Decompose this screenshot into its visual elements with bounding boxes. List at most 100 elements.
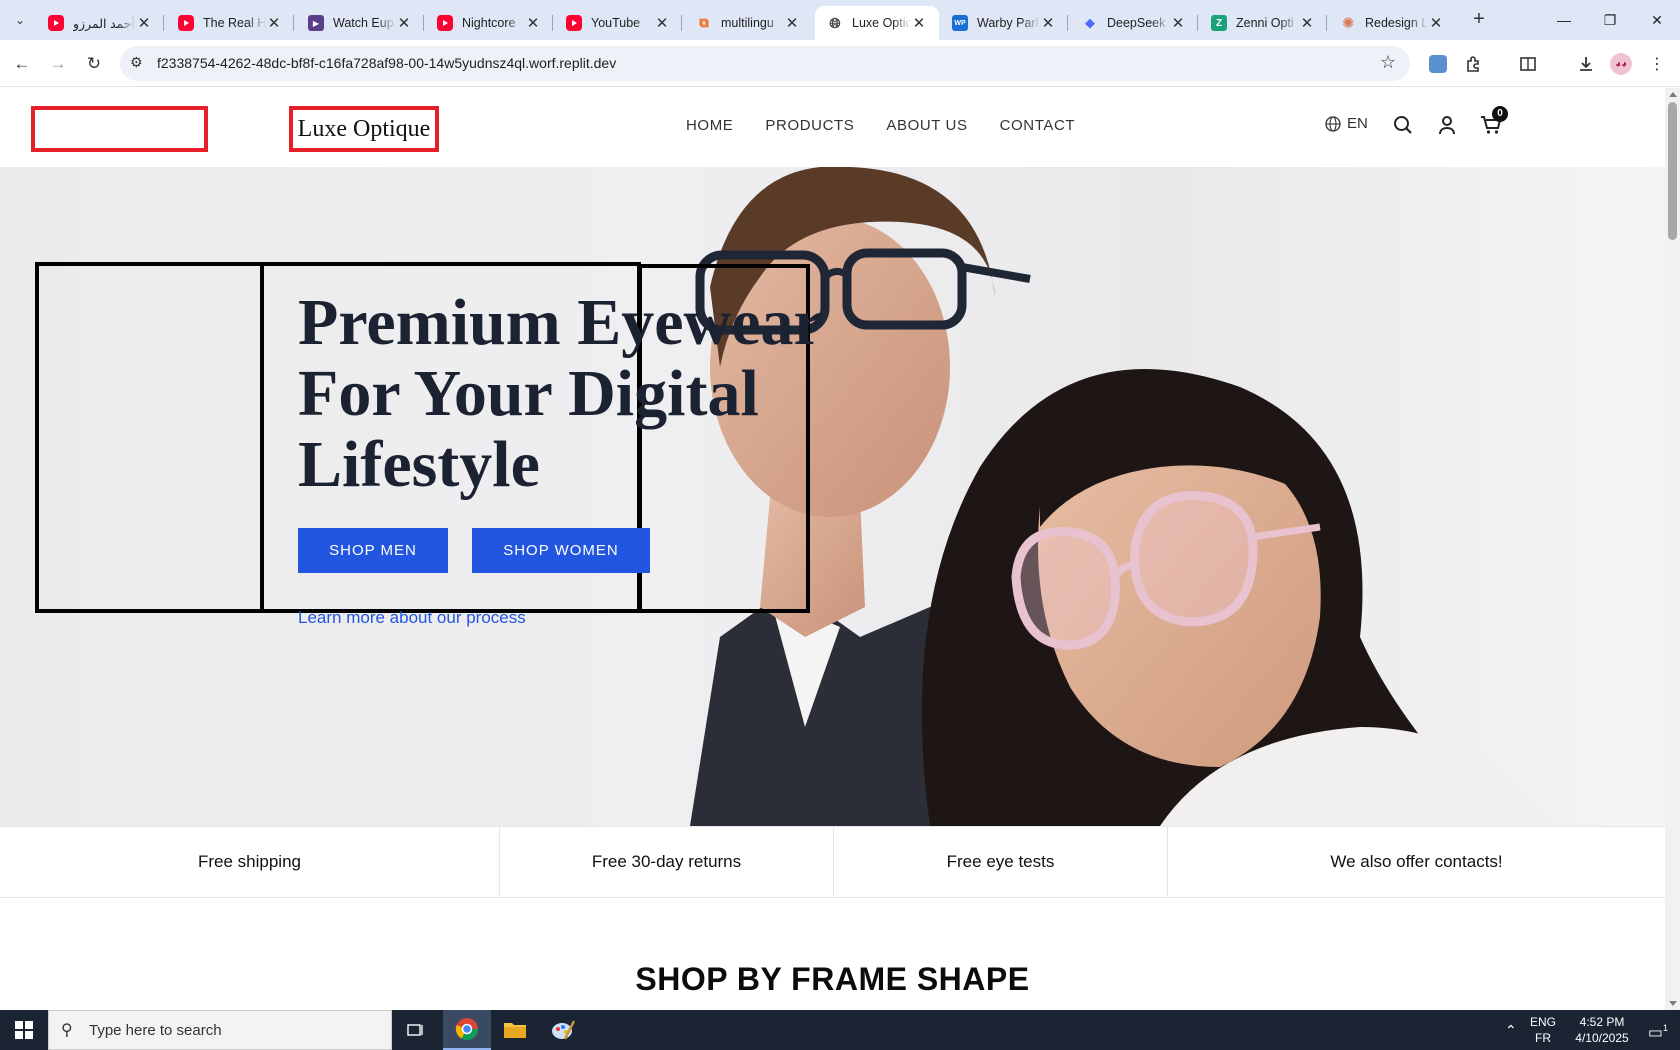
extension-icon[interactable] bbox=[1425, 51, 1451, 77]
tab-title: Watch Eup bbox=[333, 16, 394, 30]
windows-taskbar: ⚲ Type here to search ⌃ ENG FR 4:52 PM 4… bbox=[0, 1010, 1680, 1050]
browser-tab[interactable]: ⧉ multilingu ✕ bbox=[684, 6, 812, 40]
extensions-puzzle-icon[interactable] bbox=[1461, 51, 1487, 77]
close-tab-icon[interactable]: ✕ bbox=[1040, 14, 1056, 32]
download-icon[interactable] bbox=[1573, 51, 1599, 77]
input-language-indicator[interactable]: ENG FR bbox=[1526, 1014, 1560, 1046]
shop-men-button[interactable]: SHOP MEN bbox=[298, 528, 448, 573]
shop-women-button[interactable]: SHOP WOMEN bbox=[472, 528, 650, 573]
paint-taskbar-icon[interactable] bbox=[539, 1010, 587, 1050]
perk-contacts: We also offer contacts! bbox=[1330, 852, 1503, 871]
scrollbar-thumb[interactable] bbox=[1668, 102, 1677, 240]
tab-title: multilingu bbox=[721, 16, 774, 30]
browser-tab[interactable]: Z Zenni Opti ✕ bbox=[1199, 6, 1327, 40]
forward-button[interactable]: → bbox=[45, 51, 71, 77]
close-tab-icon[interactable]: ✕ bbox=[266, 14, 282, 32]
tab-title: DeepSeek bbox=[1107, 16, 1166, 30]
taskbar-search-box[interactable]: ⚲ Type here to search bbox=[48, 1010, 392, 1050]
logo-placeholder[interactable] bbox=[31, 106, 208, 152]
cart-count-badge: 0 bbox=[1492, 106, 1508, 122]
browser-menu-icon[interactable]: ⋮ bbox=[1644, 51, 1670, 77]
tab-search-button[interactable]: ⌄ bbox=[7, 8, 33, 32]
clock-time: 4:52 PM bbox=[1579, 1015, 1625, 1029]
windows-logo-icon bbox=[15, 1021, 33, 1039]
replit-icon: ⧉ bbox=[699, 15, 709, 30]
search-icon: ⚲ bbox=[61, 1022, 73, 1039]
close-tab-icon[interactable]: ✕ bbox=[784, 14, 800, 32]
site-info-icon[interactable]: ⚙ bbox=[130, 54, 143, 71]
brand-logo[interactable]: Luxe Optique bbox=[289, 106, 439, 152]
browser-tab[interactable]: ◆ DeepSeek ✕ bbox=[1070, 6, 1198, 40]
taskbar-search-placeholder: Type here to search bbox=[89, 1022, 222, 1039]
system-clock[interactable]: 4:52 PM 4/10/2025 bbox=[1567, 1014, 1637, 1046]
scroll-down-arrow-icon[interactable] bbox=[1669, 1001, 1677, 1006]
browser-tab[interactable]: ▶ Watch Eup ✕ bbox=[296, 6, 424, 40]
close-tab-icon[interactable]: ✕ bbox=[1299, 14, 1315, 32]
account-icon[interactable] bbox=[1434, 112, 1460, 138]
chrome-taskbar-icon[interactable] bbox=[443, 1010, 491, 1050]
notification-count: 1 bbox=[1663, 1023, 1669, 1033]
language-selector[interactable]: EN bbox=[1325, 115, 1368, 132]
browser-tab[interactable]: The Real Hi ✕ bbox=[166, 6, 294, 40]
tab-title: Zenni Opti bbox=[1236, 16, 1294, 30]
close-window-button[interactable]: ✕ bbox=[1634, 0, 1680, 40]
notification-icon: ▭ bbox=[1647, 1024, 1664, 1042]
notification-center-button[interactable]: ▭1 bbox=[1642, 1020, 1674, 1041]
tab-title: Nightcore bbox=[462, 16, 516, 30]
browser-tab-active[interactable]: 🌐︎ Luxe Optiq ✕ bbox=[815, 6, 939, 40]
cart-button[interactable]: 0 bbox=[1478, 106, 1508, 138]
start-button[interactable] bbox=[0, 1010, 48, 1050]
close-tab-icon[interactable]: ✕ bbox=[911, 14, 927, 32]
nav-contact[interactable]: CONTACT bbox=[1000, 117, 1076, 134]
tab-title: Warby Parl bbox=[977, 16, 1039, 30]
close-tab-icon[interactable]: ✕ bbox=[1170, 14, 1186, 32]
tab-title: Redesign L bbox=[1365, 16, 1428, 30]
reading-list-icon[interactable] bbox=[1515, 51, 1541, 77]
close-tab-icon[interactable]: ✕ bbox=[1428, 14, 1444, 32]
film-icon: ▶ bbox=[308, 15, 324, 31]
tab-title: YouTube bbox=[591, 16, 641, 30]
hero-section: Premium Eyewear For Your Digital Lifesty… bbox=[0, 167, 1665, 826]
hero-title-line: Premium Eyewear bbox=[298, 286, 823, 359]
new-tab-button[interactable]: + bbox=[1466, 8, 1492, 32]
reload-button[interactable]: ↻ bbox=[81, 51, 107, 77]
browser-tab[interactable]: YouTube ✕ bbox=[554, 6, 682, 40]
nav-products[interactable]: PRODUCTS bbox=[765, 117, 854, 134]
close-tab-icon[interactable]: ✕ bbox=[525, 14, 541, 32]
language-bottom: FR bbox=[1535, 1031, 1551, 1045]
profile-avatar[interactable]: ◕◕ bbox=[1608, 51, 1634, 77]
main-nav: HOME PRODUCTS ABOUT US CONTACT bbox=[686, 117, 1075, 134]
file-explorer-taskbar-icon[interactable] bbox=[491, 1010, 539, 1050]
tab-title: أحمد المرزو bbox=[73, 16, 135, 31]
close-tab-icon[interactable]: ✕ bbox=[136, 14, 152, 32]
youtube-icon bbox=[437, 15, 453, 31]
tray-overflow-chevron-icon[interactable]: ⌃ bbox=[1505, 1022, 1517, 1038]
browser-tab[interactable]: Nightcore ✕ bbox=[425, 6, 553, 40]
language-code: EN bbox=[1347, 115, 1368, 132]
hero-title-line: Lifestyle bbox=[298, 428, 540, 501]
perks-bar: Free shipping Free 30-day returns Free e… bbox=[0, 826, 1665, 898]
browser-tab[interactable]: أحمد المرزو ✕ bbox=[36, 6, 164, 40]
address-bar[interactable]: ⚙ f2338754-4262-48dc-bf8f-c16fa728af98-0… bbox=[120, 46, 1410, 81]
url-text[interactable]: f2338754-4262-48dc-bf8f-c16fa728af98-00-… bbox=[157, 55, 616, 71]
minimize-button[interactable]: — bbox=[1541, 0, 1587, 40]
bookmark-star-icon[interactable]: ☆ bbox=[1380, 52, 1396, 73]
globe-icon: 🌐︎ bbox=[829, 14, 841, 31]
task-view-button[interactable] bbox=[392, 1010, 440, 1050]
learn-more-link[interactable]: Learn more about our process bbox=[298, 608, 526, 628]
nav-home[interactable]: HOME bbox=[686, 117, 733, 134]
browser-tab[interactable]: WP Warby Parl ✕ bbox=[940, 6, 1068, 40]
site-header: Luxe Optique HOME PRODUCTS ABOUT US CONT… bbox=[0, 88, 1665, 167]
tab-title: The Real Hi bbox=[203, 16, 266, 30]
close-tab-icon[interactable]: ✕ bbox=[396, 14, 412, 32]
browser-tab[interactable]: ✺ Redesign L ✕ bbox=[1328, 6, 1456, 40]
scroll-up-arrow-icon[interactable] bbox=[1669, 92, 1677, 97]
layout-outline-box bbox=[35, 262, 264, 613]
page-scrollbar[interactable] bbox=[1665, 88, 1680, 1010]
close-tab-icon[interactable]: ✕ bbox=[654, 14, 670, 32]
perk-free-returns: Free 30-day returns bbox=[500, 827, 834, 897]
back-button[interactable]: ← bbox=[9, 51, 35, 77]
nav-about-us[interactable]: ABOUT US bbox=[886, 117, 967, 134]
search-icon[interactable] bbox=[1390, 112, 1416, 138]
restore-button[interactable]: ❐ bbox=[1587, 0, 1633, 40]
